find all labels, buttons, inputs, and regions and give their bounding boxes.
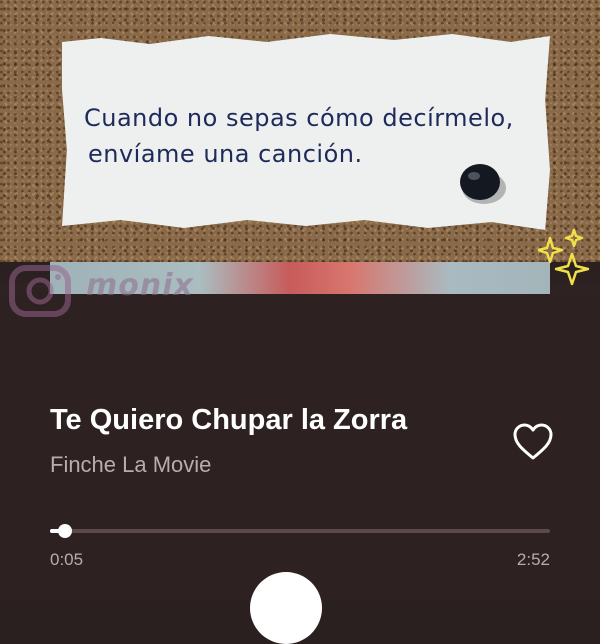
elapsed-time: 0:05: [50, 550, 84, 569]
push-pin-icon: [460, 164, 506, 204]
note-line-1: Cuando no sepas cómo decírmelo,: [84, 104, 514, 132]
heart-icon[interactable]: [512, 422, 554, 462]
total-duration: 2:52: [516, 550, 550, 569]
player-panel: [0, 294, 600, 600]
watermark-handle: monix: [86, 268, 194, 303]
sparkle-icon: [538, 228, 590, 286]
play-button[interactable]: [250, 572, 322, 644]
track-artist[interactable]: Finche La Movie: [50, 452, 211, 478]
progress-bar[interactable]: [50, 524, 550, 538]
track-title: Te Quiero Chupar la Zorra: [50, 404, 408, 436]
progress-handle[interactable]: [57, 524, 72, 538]
